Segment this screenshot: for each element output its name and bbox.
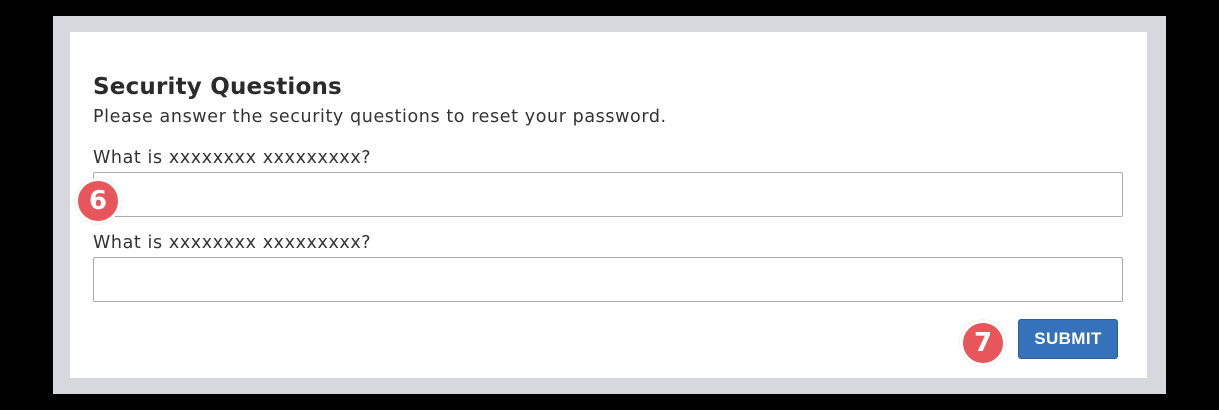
page-title: Security Questions — [93, 74, 342, 100]
question-2-answer-input[interactable] — [93, 257, 1123, 302]
question-2-label: What is xxxxxxxx xxxxxxxxx? — [93, 233, 372, 253]
question-1-answer-input[interactable] — [93, 172, 1123, 217]
question-1-label: What is xxxxxxxx xxxxxxxxx? — [93, 148, 372, 168]
step-7-badge: 7 — [960, 320, 1006, 366]
screenshot-frame: Security Questions Please answer the sec… — [53, 16, 1166, 394]
security-questions-panel: Security Questions Please answer the sec… — [70, 32, 1147, 378]
instructions-text: Please answer the security questions to … — [93, 107, 667, 127]
step-6-badge: 6 — [75, 178, 121, 224]
submit-button[interactable]: SUBMIT — [1018, 319, 1118, 359]
